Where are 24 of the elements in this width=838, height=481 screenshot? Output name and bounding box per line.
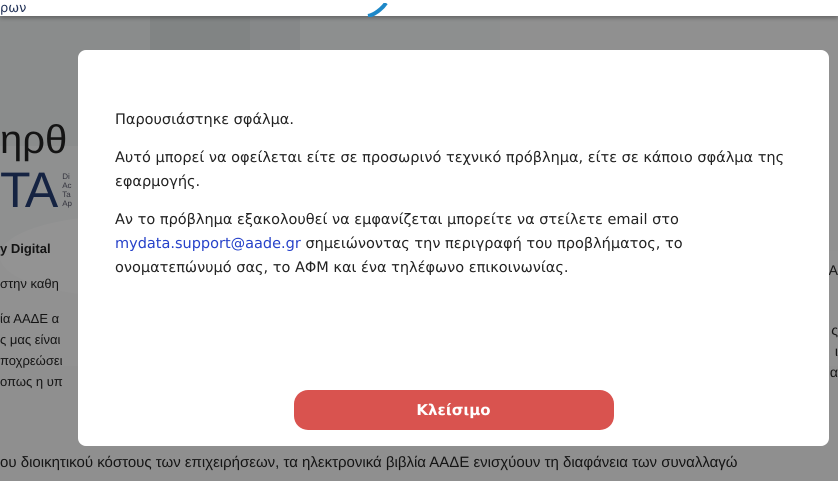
paragraph-line: y Digital xyxy=(0,240,51,258)
dialog-text: Αν το πρόβλημα εξακολουθεί να εμφανίζεται μπορείτε να στείλετε email στο mydata.support@aade.gr σημειώνοντας την περιγραφή του προβλήματος, το ονοματεπώνυμό σας, το ΑΦΜ και ένα τηλέφωνο επικοινωνίας. xyxy=(115,211,684,278)
logo-icon xyxy=(366,3,388,17)
dialog-text: Παρουσιάστηκε σφάλμα. xyxy=(115,111,295,130)
paragraph-line: ς μας είναι xyxy=(0,331,60,349)
paragraph-line: α xyxy=(830,363,838,382)
header-text: ρων xyxy=(0,1,26,16)
hero-title: ηρθ xyxy=(0,117,68,164)
paragraph-line: ι xyxy=(834,342,838,361)
logo-caption: Di xyxy=(62,172,71,181)
logo-caption: Ta xyxy=(62,190,72,199)
paragraph-line: ία ΑΑΔΕ α xyxy=(0,310,60,328)
paragraph-line: ποχρεώσει xyxy=(0,352,63,370)
paragraph-line: οπως η υπ xyxy=(0,373,63,391)
close-button[interactable]: Κλείσιμο xyxy=(294,390,614,430)
logo-text: TA xyxy=(0,164,56,216)
logo-caption: Ap xyxy=(62,199,72,208)
paragraph-line: ου διοικητικού κόστους των επιχειρήσεων, τα ηλεκτρονικά βιβλία ΑΑΔΕ ενισχύουν τη διαφάνεια των συναλλαγώ xyxy=(0,454,738,471)
email-link[interactable]: mydata.support@aade.gr xyxy=(115,236,301,252)
logo-caption: Ac xyxy=(62,181,72,190)
dialog-text: Αυτό μπορεί να οφείλεται είτε σε προσωρινό τεχνικό πρόβλημα, είτε σε κάποιο σφάλμα της εφαρμογής. xyxy=(115,149,786,192)
paragraph-line: ς xyxy=(831,321,838,340)
paragraph-line: A xyxy=(828,261,838,280)
paragraph-line: στην καθη xyxy=(0,275,59,293)
